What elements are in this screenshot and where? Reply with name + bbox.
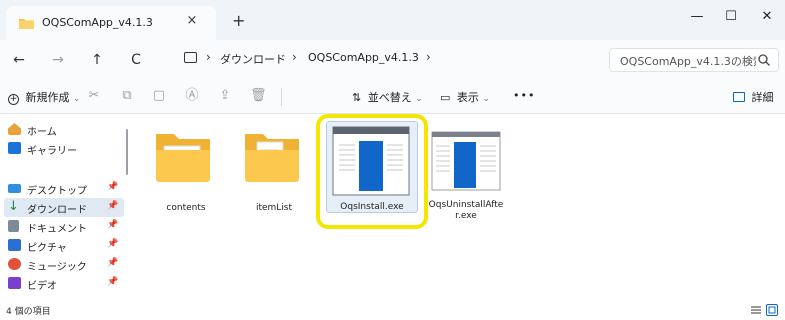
home-icon — [8, 123, 21, 135]
pin-icon[interactable]: 📌 — [107, 239, 118, 249]
download-icon: ↓ — [8, 199, 19, 214]
pin-icon[interactable]: 📌 — [107, 277, 118, 287]
tab-active[interactable]: OQSComApp_v4.1.3 × — [6, 6, 216, 40]
file-name-oqsuninstall-line2[interactable]: r.exe — [426, 211, 506, 222]
new-button[interactable]: + 新規作成 ⌄ — [8, 89, 81, 105]
breadcrumb-current[interactable]: OQSComApp_v4.1.3 — [308, 51, 419, 64]
this-pc-icon — [184, 52, 197, 63]
desktop-icon — [8, 184, 21, 193]
nav-item-home[interactable]: ホーム — [0, 120, 124, 139]
status-bar: 4 個の項目 — [0, 300, 785, 320]
chevron-right-icon[interactable]: › — [426, 50, 431, 64]
search-input[interactable]: OQSComApp_v4.1.3の検索 — [620, 53, 756, 69]
chevron-right-icon: › — [292, 50, 297, 64]
paste-icon[interactable]: ▢ — [151, 88, 167, 104]
up-button[interactable]: ↑ — [86, 50, 108, 70]
address-bar: ← → ↑ C › ダウンロード › OQSComApp_v4.1.3 › OQ… — [0, 40, 785, 80]
breadcrumb[interactable]: › ダウンロード › OQSComApp_v4.1.3 › — [180, 46, 598, 72]
minimize-button[interactable]: — — [682, 8, 712, 26]
details-button[interactable]: 詳細 — [733, 89, 774, 105]
divider — [281, 88, 282, 106]
documents-icon — [8, 220, 19, 232]
close-tab-icon[interactable]: × — [184, 13, 200, 29]
view-button[interactable]: ▭ 表示 ⌄ — [440, 89, 490, 105]
nav-pane-resize-handle[interactable] — [126, 129, 128, 175]
gallery-icon — [8, 142, 21, 154]
forward-button[interactable]: → — [47, 50, 69, 70]
folder-icon[interactable] — [243, 130, 301, 184]
pictures-icon — [8, 239, 21, 251]
details-pane-icon — [733, 92, 745, 102]
rename-icon[interactable]: Ⓐ — [184, 88, 200, 104]
plus-circle-icon: + — [8, 94, 19, 105]
chevron-down-icon: ⌄ — [73, 94, 81, 104]
cut-icon[interactable]: ✂ — [86, 88, 102, 104]
videos-icon — [8, 277, 21, 289]
share-icon[interactable]: ⇪ — [217, 88, 233, 104]
new-tab-button[interactable]: + — [232, 13, 245, 29]
music-icon — [8, 258, 21, 270]
delete-icon[interactable]: 🗑 — [250, 88, 267, 104]
copy-icon[interactable]: ⧉ — [119, 88, 135, 104]
sort-button[interactable]: ⇅ 並べ替え ⌄ — [352, 89, 423, 105]
large-icons-view-icon[interactable] — [766, 304, 778, 316]
pin-icon[interactable]: 📌 — [107, 258, 118, 268]
close-window-button[interactable]: ✕ — [752, 8, 782, 26]
details-view-icon[interactable] — [750, 304, 762, 316]
nav-item-documents[interactable]: ドキュメント 📌 — [0, 217, 124, 236]
pin-icon[interactable]: 📌 — [107, 201, 118, 211]
navigation-pane: ホーム ギャラリー デスクトップ 📌 ↓ ダウンロード 📌 ドキュメント 📌 ピ… — [0, 114, 130, 300]
exe-icon[interactable] — [430, 130, 502, 192]
pin-icon[interactable]: 📌 — [107, 182, 118, 192]
maximize-button[interactable]: ☐ — [716, 8, 746, 26]
chevron-down-icon: ⌄ — [482, 94, 490, 104]
nav-item-pictures[interactable]: ピクチャ 📌 — [0, 236, 124, 255]
file-name-contents[interactable]: contents — [146, 203, 226, 214]
folder-icon[interactable]: ⚙ — [154, 130, 212, 184]
chevron-down-icon: ⌄ — [415, 94, 423, 104]
chevron-right-icon: › — [206, 50, 211, 64]
item-count: 4 個の項目 — [6, 307, 51, 317]
pin-icon[interactable]: 📌 — [107, 220, 118, 230]
new-button-label: 新規作成 — [25, 91, 70, 104]
more-button[interactable]: ••• — [513, 89, 535, 102]
view-button-label: 表示 — [456, 91, 479, 104]
search-box[interactable]: OQSComApp_v4.1.3の検索 — [609, 48, 779, 72]
breadcrumb-downloads[interactable]: ダウンロード — [220, 51, 286, 67]
details-button-label: 詳細 — [751, 91, 774, 104]
nav-item-gallery[interactable]: ギャラリー — [0, 139, 124, 158]
folder-icon — [19, 19, 34, 29]
tab-title: OQSComApp_v4.1.3 — [42, 16, 153, 29]
title-bar: OQSComApp_v4.1.3 × + — ☐ ✕ — [0, 0, 785, 40]
sort-button-label: 並べ替え — [367, 91, 412, 104]
nav-item-videos[interactable]: ビデオ 📌 — [0, 274, 124, 293]
refresh-button[interactable]: C — [125, 50, 147, 70]
search-icon — [758, 54, 770, 66]
file-name-oqsuninstall-line1[interactable]: OqsUninstallAfte — [426, 200, 506, 211]
file-name-itemlist[interactable]: itemList — [234, 203, 314, 214]
highlight-frame — [316, 114, 428, 229]
back-button[interactable]: ← — [8, 50, 30, 70]
nav-item-desktop[interactable]: デスクトップ 📌 — [0, 179, 124, 198]
nav-item-downloads[interactable]: ↓ ダウンロード 📌 — [4, 198, 124, 217]
view-icon: ▭ — [440, 91, 451, 104]
nav-item-music[interactable]: ミュージック 📌 — [0, 255, 124, 274]
command-bar: + 新規作成 ⌄ ✂ ⧉ ▢ Ⓐ ⇪ 🗑 ⇅ 並べ替え ⌄ ▭ 表示 ⌄ •••… — [0, 80, 785, 114]
sort-icon: ⇅ — [352, 91, 362, 104]
